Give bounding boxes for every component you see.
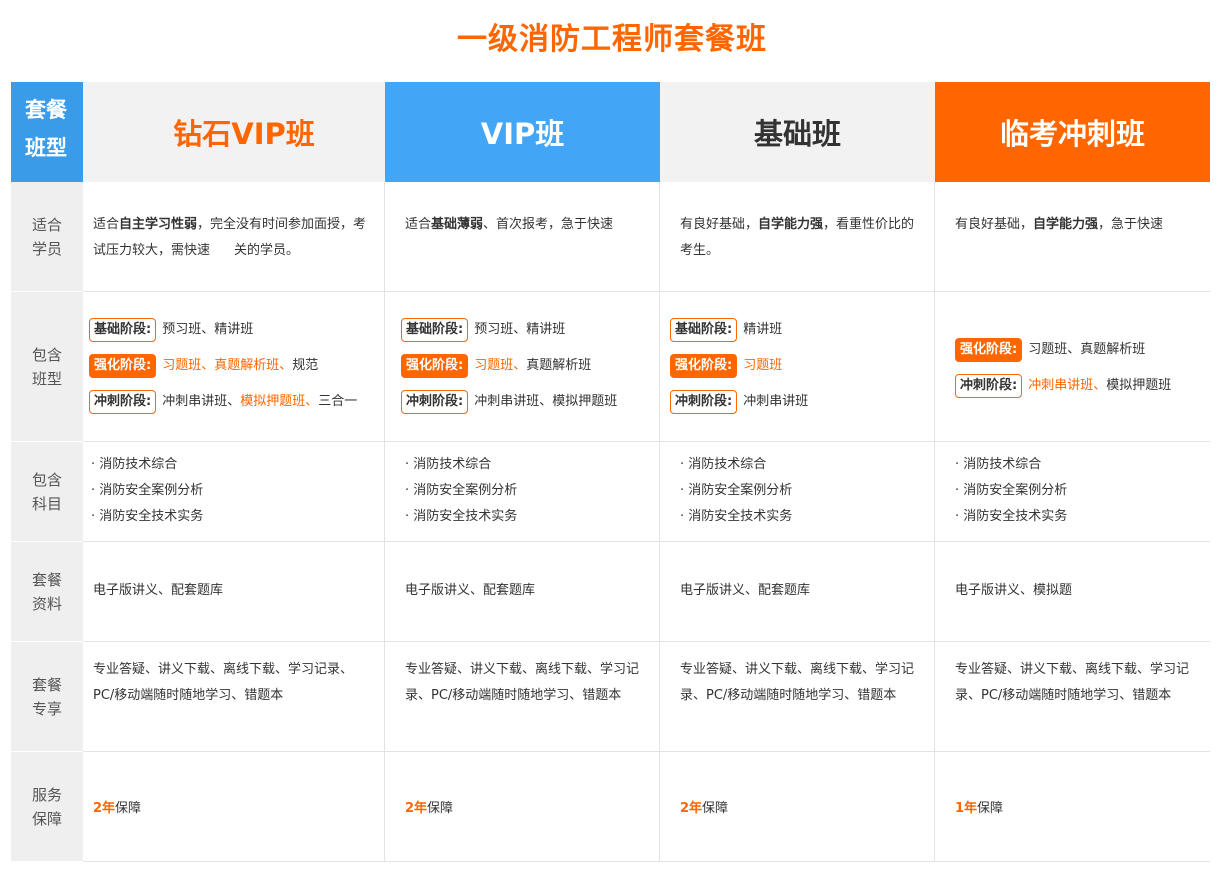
materials-cell-4: 电子版讲义、模拟题 xyxy=(935,542,1210,642)
classes-cell-1: 基础阶段: 预习班、精讲班 强化阶段: 习题班、真题解析班、 规范 冲刺阶段: 冲… xyxy=(83,292,385,442)
stage-tag: 基础阶段: xyxy=(670,318,738,342)
suitable-cell-4: 有良好基础，自学能力强，急于快速 xyxy=(935,182,1210,292)
stage-sprint: 冲刺阶段: 冲刺串讲班、模拟押题班 xyxy=(401,384,645,420)
row-label: 包含 班型 xyxy=(11,292,83,442)
stage-tag: 冲刺阶段: xyxy=(670,390,738,414)
exclusive-cell-1: 专业答疑、讲义下载、离线下载、学习记录、PC/移动端随时随地学习、错题本 xyxy=(83,642,385,752)
row-materials: 套餐 资料 电子版讲义、配套题库 电子版讲义、配套题库 电子版讲义、配套题库 电… xyxy=(11,542,1210,642)
list-item: · 消防安全案例分析 xyxy=(91,483,204,498)
list-item: · 消防安全技术实务 xyxy=(680,509,793,524)
guarantee-cell-1: 2年保障 xyxy=(83,752,385,862)
table-header: 套餐 班型 钻石VIP班 VIP班 基础班 临考冲刺班 xyxy=(11,82,1210,182)
row-label: 服务 保障 xyxy=(11,752,83,862)
row-included-classes: 包含 班型 基础阶段: 预习班、精讲班 强化阶段: 习题班、真题解析班、 规范 冲… xyxy=(11,292,1210,442)
stage-tag: 冲刺阶段: xyxy=(955,374,1023,398)
exclusive-cell-2: 专业答疑、讲义下载、离线下载、学习记录、PC/移动端随时随地学习、错题本 xyxy=(385,642,660,752)
row-label: 适合 学员 xyxy=(11,182,83,292)
stage-tag: 基础阶段: xyxy=(401,318,469,342)
row-guarantee: 服务 保障 2年保障 2年保障 2年保障 1年保障 xyxy=(11,752,1210,862)
row-label: 包含 科目 xyxy=(11,442,83,542)
stage-tag: 强化阶段: xyxy=(401,354,469,378)
row-label: 套餐 资料 xyxy=(11,542,83,642)
stage-strong: 强化阶段: 习题班、真题解析班、 规范 xyxy=(89,348,370,384)
row-exclusive: 套餐 专享 专业答疑、讲义下载、离线下载、学习记录、PC/移动端随时随地学习、错… xyxy=(11,642,1210,752)
stage-basic: 基础阶段: 精讲班 xyxy=(670,312,920,348)
list-item: · 消防技术综合 xyxy=(91,457,178,472)
stage-basic: 基础阶段: 预习班、精讲班 xyxy=(89,312,370,348)
stage-strong: 强化阶段: 习题班、真题解析班 xyxy=(401,348,645,384)
suitable-cell-1: 适合自主学习性弱，完全没有时间参加面授，考试压力较大，需快速 关的学员。 xyxy=(83,182,385,292)
exclusive-cell-3: 专业答疑、讲义下载、离线下载、学习记录、PC/移动端随时随地学习、错题本 xyxy=(660,642,935,752)
list-item: · 消防安全案例分析 xyxy=(405,483,518,498)
stage-strong: 强化阶段: 习题班、真题解析班 xyxy=(955,332,1196,368)
row-included-subjects: 包含 科目 · 消防技术综合 · 消防安全案例分析 · 消防安全技术实务 · 消… xyxy=(11,442,1210,542)
list-item: · 消防技术综合 xyxy=(405,457,492,472)
list-item: · 消防安全技术实务 xyxy=(955,509,1068,524)
stage-strong: 强化阶段: 习题班 xyxy=(670,348,920,384)
list-item: · 消防安全案例分析 xyxy=(680,483,793,498)
classes-cell-2: 基础阶段: 预习班、精讲班 强化阶段: 习题班、 真题解析班 冲刺阶段: 冲刺串讲… xyxy=(385,292,660,442)
materials-cell-2: 电子版讲义、配套题库 xyxy=(385,542,660,642)
plan-basic[interactable]: 基础班 xyxy=(660,82,935,182)
guarantee-cell-4: 1年保障 xyxy=(935,752,1210,862)
exclusive-cell-4: 专业答疑、讲义下载、离线下载、学习记录、PC/移动端随时随地学习、错题本 xyxy=(935,642,1210,752)
row-suitable-students: 适合 学员 适合自主学习性弱，完全没有时间参加面授，考试压力较大，需快速 关的学员… xyxy=(11,182,1210,292)
stage-tag: 冲刺阶段: xyxy=(401,390,469,414)
row-label: 套餐 专享 xyxy=(11,642,83,752)
list-item: · 消防安全案例分析 xyxy=(955,483,1068,498)
stage-sprint: 冲刺阶段: 冲刺串讲班、 模拟押题班、 三合一 xyxy=(89,384,370,420)
list-item: · 消防安全技术实务 xyxy=(91,509,204,524)
suitable-cell-2: 适合基础薄弱、首次报考，急于快速 xyxy=(385,182,660,292)
plan-sprint[interactable]: 临考冲刺班 xyxy=(935,82,1210,182)
guarantee-cell-2: 2年保障 xyxy=(385,752,660,862)
plan-type-label: 套餐 班型 xyxy=(11,82,83,182)
stage-sprint: 冲刺阶段: 冲刺串讲班、模拟押题班 xyxy=(955,368,1196,404)
stage-tag: 强化阶段: xyxy=(89,354,157,378)
materials-cell-3: 电子版讲义、配套题库 xyxy=(660,542,935,642)
classes-cell-4: 强化阶段: 习题班、真题解析班 冲刺阶段: 冲刺串讲班、 模拟押题班 xyxy=(935,292,1210,442)
stage-basic: 基础阶段: 预习班、精讲班 xyxy=(401,312,645,348)
classes-cell-3: 基础阶段: 精讲班 强化阶段: 习题班 冲刺阶段: 冲刺串讲班 xyxy=(660,292,935,442)
subjects-cell-1: · 消防技术综合 · 消防安全案例分析 · 消防安全技术实务 xyxy=(83,442,385,542)
stage-tag: 强化阶段: xyxy=(955,338,1023,362)
subjects-cell-2: · 消防技术综合 · 消防安全案例分析 · 消防安全技术实务 xyxy=(385,442,660,542)
list-item: · 消防技术综合 xyxy=(955,457,1042,472)
subjects-cell-4: · 消防技术综合 · 消防安全案例分析 · 消防安全技术实务 xyxy=(935,442,1210,542)
stage-tag: 冲刺阶段: xyxy=(89,390,157,414)
guarantee-cell-3: 2年保障 xyxy=(660,752,935,862)
page-title: 一级消防工程师套餐班 xyxy=(457,22,767,57)
stage-sprint: 冲刺阶段: 冲刺串讲班 xyxy=(670,384,920,420)
list-item: · 消防安全技术实务 xyxy=(405,509,518,524)
materials-cell-1: 电子版讲义、配套题库 xyxy=(83,542,385,642)
subjects-cell-3: · 消防技术综合 · 消防安全案例分析 · 消防安全技术实务 xyxy=(660,442,935,542)
plan-diamond-vip[interactable]: 钻石VIP班 xyxy=(83,82,385,182)
stage-tag: 基础阶段: xyxy=(89,318,157,342)
stage-tag: 强化阶段: xyxy=(670,354,738,378)
plan-vip[interactable]: VIP班 xyxy=(385,82,660,182)
suitable-cell-3: 有良好基础，自学能力强，看重性价比的考生。 xyxy=(660,182,935,292)
plan-comparison-table: 套餐 班型 钻石VIP班 VIP班 基础班 临考冲刺班 适合 学员 适合自主学习… xyxy=(11,82,1210,862)
list-item: · 消防技术综合 xyxy=(680,457,767,472)
